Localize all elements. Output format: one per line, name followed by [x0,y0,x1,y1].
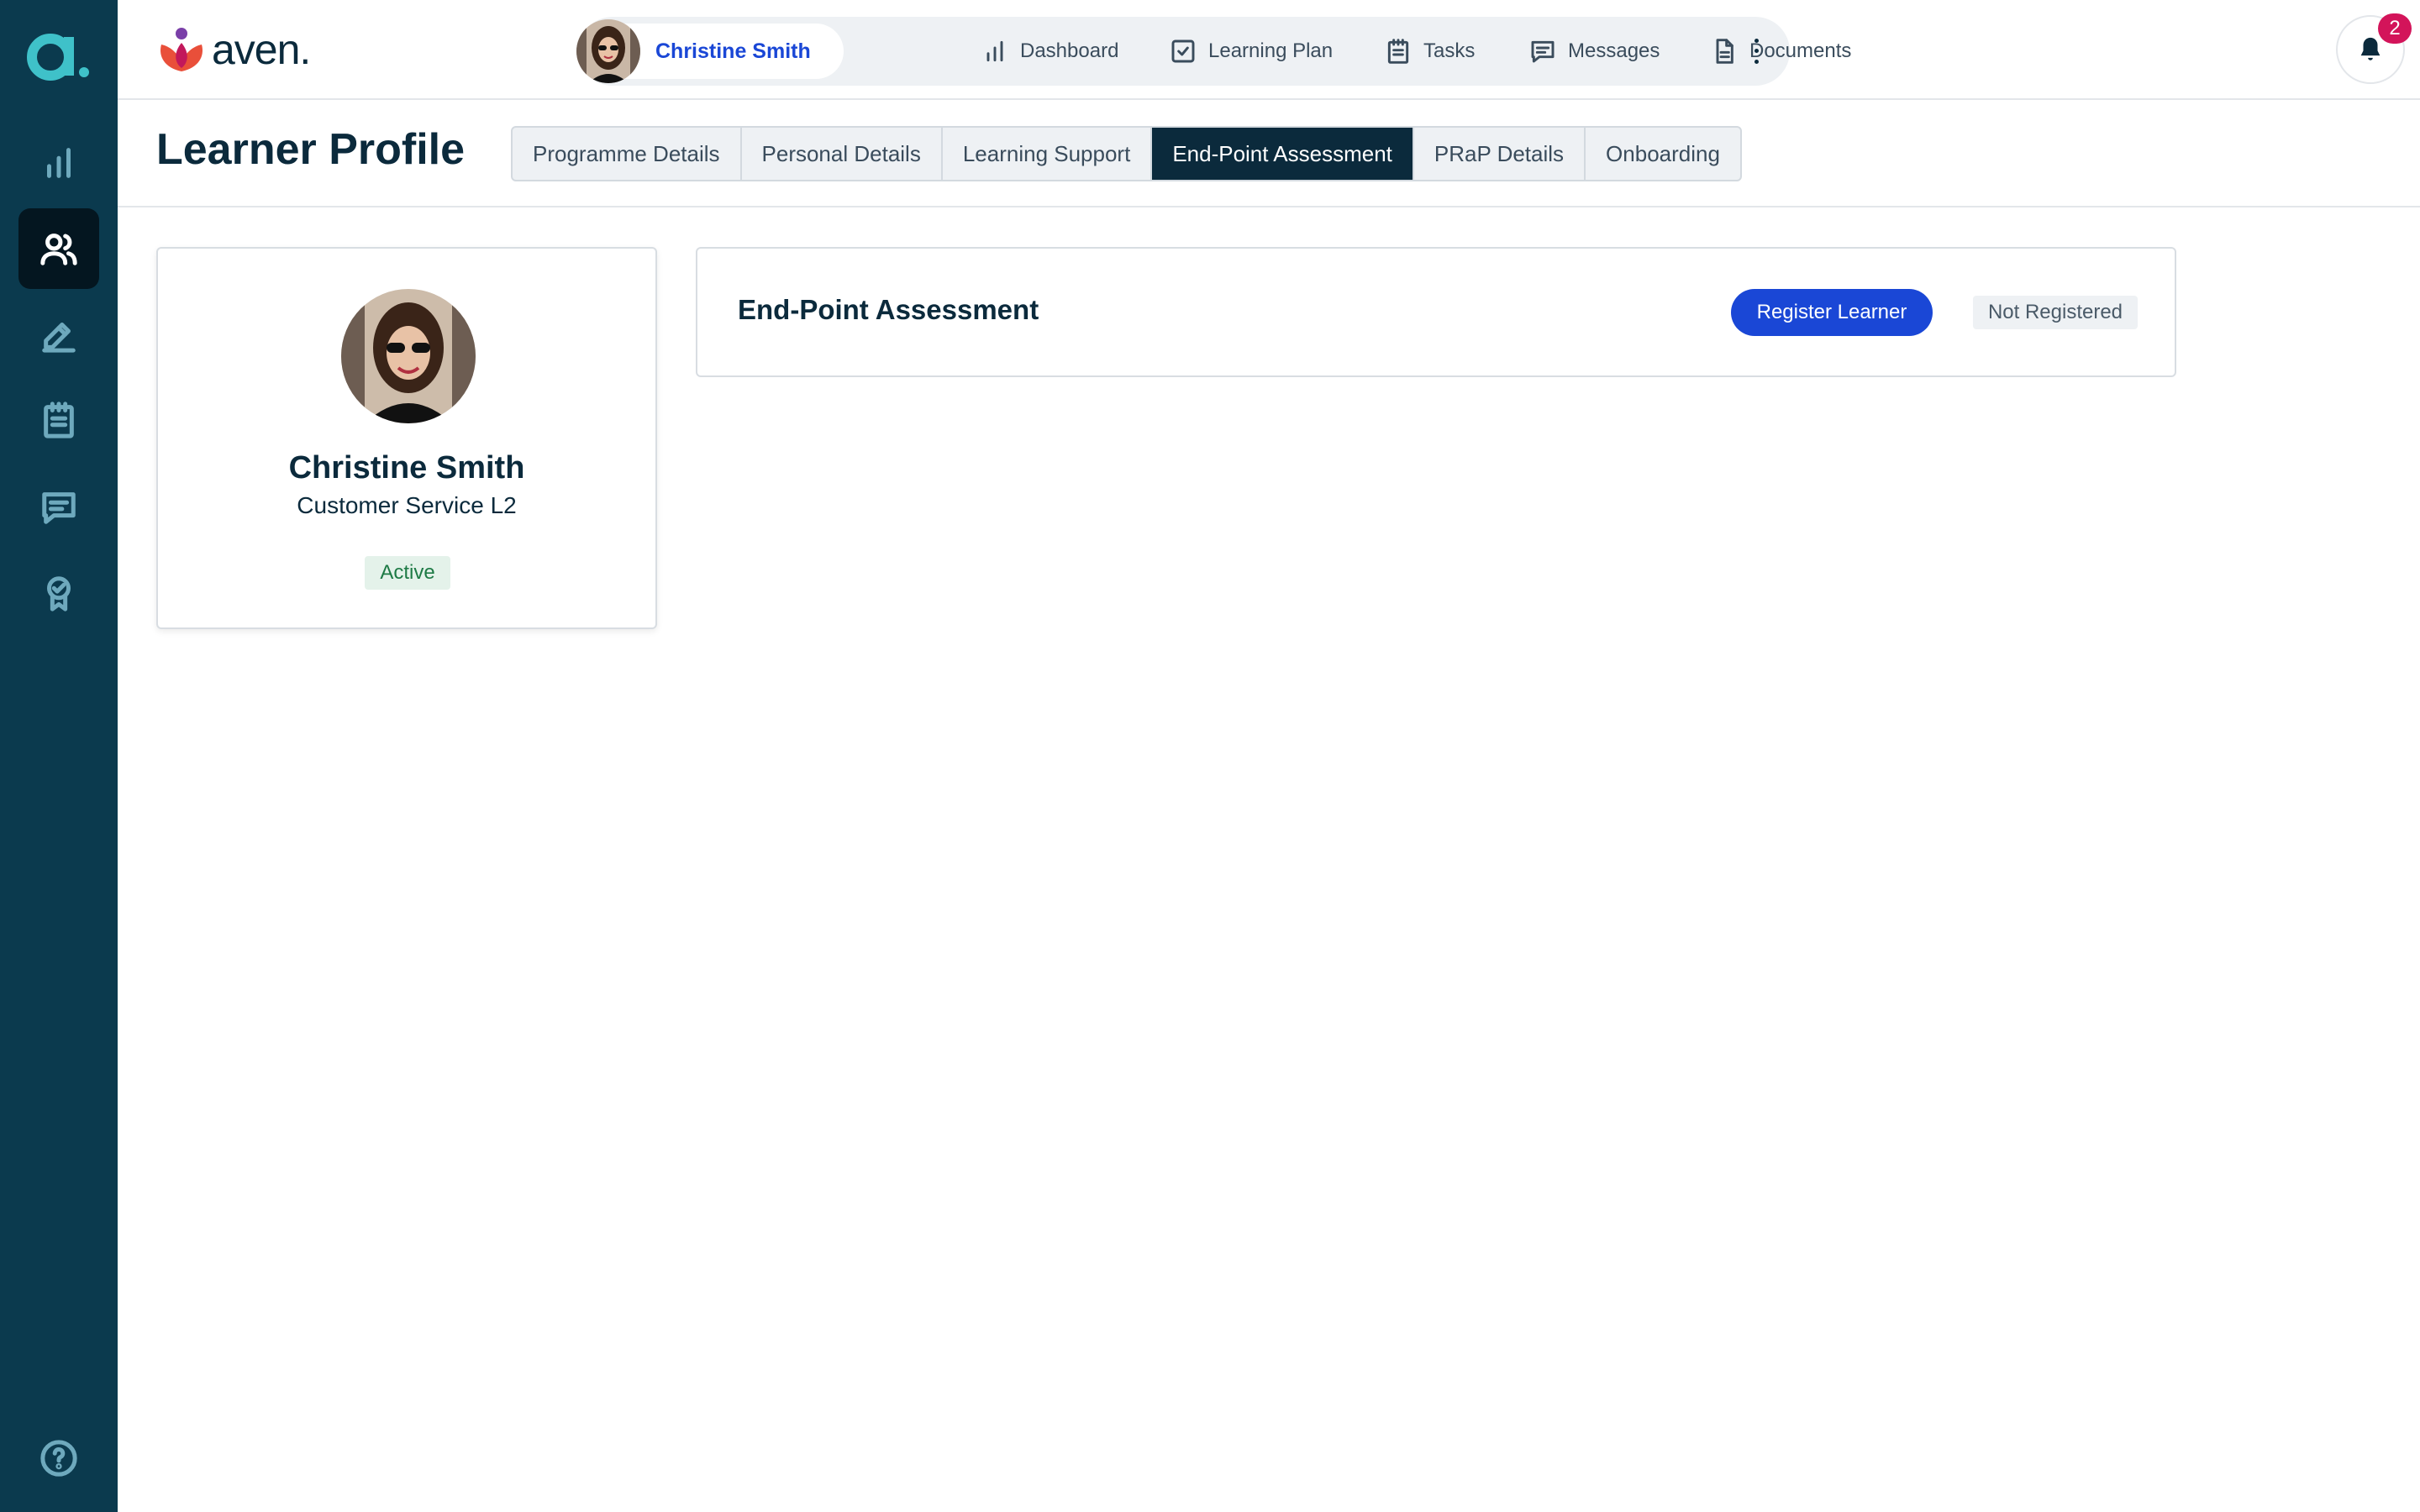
tab-onboarding[interactable]: Onboarding [1586,128,1740,180]
nav-dashboard-label: Dashboard [1020,39,1119,62]
message-icon [42,492,76,524]
more-vertical-icon[interactable] [1748,35,1765,67]
nav-dashboard[interactable]: Dashboard [981,34,1118,69]
nav-tasks[interactable]: Tasks [1385,34,1475,69]
sidebar-item-achievements[interactable] [18,553,99,633]
users-icon [40,234,77,265]
brand-name: aven. [212,26,311,73]
sidebar-item-analytics[interactable] [18,123,99,203]
registration-status-badge: Not Registered [1973,296,2138,329]
clipboard-icon [44,402,74,438]
learner-chip-name: Christine Smith [655,39,811,63]
register-learner-button[interactable]: Register Learner [1731,289,1933,336]
sidebar-item-assessments[interactable] [18,294,99,375]
aven-flower-logo-icon [160,28,203,71]
learner-avatar [576,19,640,83]
bar-chart-icon [986,40,1003,62]
sidebar-item-messages[interactable] [18,467,99,548]
top-bar: aven. Christine Smith Dashboard Learning… [118,0,2420,100]
brand-logo[interactable]: aven. [156,25,311,74]
bar-chart-icon [47,148,71,178]
nav-documents[interactable]: Documents [1711,34,1851,69]
profile-tabs: Programme Details Personal Details Learn… [511,126,1742,181]
tab-programme-details[interactable]: Programme Details [513,128,742,180]
learner-navigation: Christine Smith Dashboard Learning Plan … [576,17,1851,86]
pen-icon [42,323,76,353]
nav-documents-label: Documents [1749,39,1852,62]
sidebar [0,0,118,1512]
clipboard-icon [1387,39,1409,64]
sidebar-item-tasks[interactable] [18,380,99,460]
sidebar-item-learners[interactable] [18,208,99,289]
nav-learning-plan-label: Learning Plan [1208,39,1334,62]
notification-count-badge: 2 [2378,13,2412,44]
nav-messages[interactable]: Messages [1529,34,1660,69]
nav-learning-plan[interactable]: Learning Plan [1170,34,1333,69]
help-button[interactable] [18,1418,99,1499]
bell-icon [2360,37,2381,60]
nav-tasks-label: Tasks [1423,39,1476,62]
help-circle-icon [40,1440,77,1477]
learner-chip[interactable]: Christine Smith [576,19,844,83]
epa-title: End-Point Assessment [738,294,1039,325]
aven-a-logo-icon[interactable] [25,25,92,84]
tab-personal-details[interactable]: Personal Details [742,128,943,180]
tab-learning-support[interactable]: Learning Support [943,128,1153,180]
end-point-assessment-panel: End-Point Assessment Register Learner No… [696,247,2176,377]
page-title: Learner Profile [156,125,466,174]
profile-avatar [341,289,476,423]
header-divider [118,206,2420,207]
profile-programme: Customer Service L2 [297,492,517,518]
tab-end-point-assessment[interactable]: End-Point Assessment [1152,128,1414,180]
message-icon [1531,40,1555,63]
nav-messages-label: Messages [1568,39,1660,62]
tab-prap-details[interactable]: PRaP Details [1414,128,1586,180]
checkbox-icon [1171,39,1195,63]
profile-name: Christine Smith [288,450,525,486]
award-icon [47,576,71,612]
document-icon [1716,39,1733,64]
learner-profile-card: Christine Smith Customer Service L2 Acti… [156,247,657,629]
status-badge: Active [365,556,450,590]
